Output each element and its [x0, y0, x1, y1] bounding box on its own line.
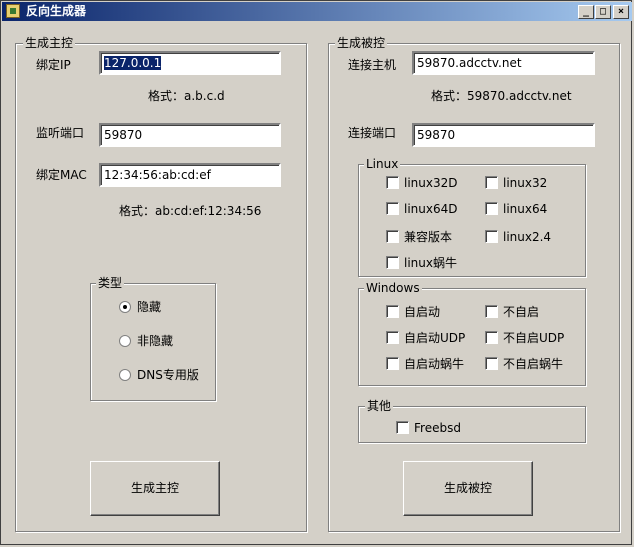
checkbox-icon [485, 202, 498, 215]
minimize-button[interactable]: _ [578, 5, 594, 19]
host-group-title: 生成主控 [23, 36, 76, 50]
bind-mac-label: 绑定MAC [36, 168, 87, 182]
checkbox-icon [485, 305, 498, 318]
client-group-title: 生成被控 [335, 36, 388, 50]
mac-format-hint: 格式：ab:cd:ef:12:34:56 [119, 204, 262, 218]
app-icon [6, 4, 20, 18]
listen-port-input[interactable]: 59870 [99, 123, 281, 147]
radio-not-hidden[interactable]: 非隐藏 [119, 334, 173, 348]
checkbox-linux64d[interactable]: linux64D [386, 202, 458, 216]
checkbox-icon [485, 331, 498, 344]
generate-client-button[interactable]: 生成被控 [403, 461, 533, 516]
checkbox-icon [396, 421, 409, 434]
app-window: 反向生成器 _ □ × 生成主控 绑定IP 127.0.0.1 格式：a.b.c… [0, 0, 632, 545]
checkbox-no-autostart[interactable]: 不自启 [485, 305, 539, 319]
checkbox-icon [386, 331, 399, 344]
checkbox-compatible[interactable]: 兼容版本 [386, 230, 452, 244]
other-group-title: 其他 [365, 399, 394, 413]
title-bar[interactable]: 反向生成器 _ □ × [2, 2, 632, 21]
bind-ip-input[interactable]: 127.0.0.1 [99, 51, 281, 75]
generate-host-button[interactable]: 生成主控 [90, 461, 220, 516]
radio-hidden[interactable]: 隐藏 [119, 300, 161, 314]
bind-mac-input[interactable]: 12:34:56:ab:cd:ef [99, 163, 281, 187]
checkbox-autostart-udp[interactable]: 自启动UDP [386, 331, 465, 345]
checkbox-linux32[interactable]: linux32 [485, 176, 547, 190]
checkbox-linux32d[interactable]: linux32D [386, 176, 458, 190]
checkbox-icon [386, 305, 399, 318]
radio-unchecked-icon [119, 369, 131, 381]
checkbox-autostart-snail[interactable]: 自启动蜗牛 [386, 357, 464, 371]
connect-port-label: 连接端口 [348, 126, 397, 140]
ip-format-hint: 格式：a.b.c.d [148, 89, 225, 103]
window-title: 反向生成器 [26, 4, 87, 18]
linux-group-title: Linux [364, 157, 401, 171]
listen-port-label: 监听端口 [36, 126, 85, 140]
checkbox-linux-snail[interactable]: linux蜗牛 [386, 256, 457, 270]
windows-group-title: Windows [364, 281, 422, 295]
checkbox-icon [485, 357, 498, 370]
connect-host-input[interactable]: 59870.adcctv.net [412, 51, 595, 75]
type-group-title: 类型 [96, 276, 125, 290]
checkbox-icon [485, 176, 498, 189]
checkbox-freebsd[interactable]: Freebsd [396, 421, 461, 435]
radio-dns-edition[interactable]: DNS专用版 [119, 368, 199, 382]
checkbox-no-autostart-udp[interactable]: 不自启UDP [485, 331, 564, 345]
connect-port-input[interactable]: 59870 [412, 123, 595, 147]
maximize-button[interactable]: □ [595, 5, 611, 19]
radio-checked-icon [119, 301, 131, 313]
bind-ip-label: 绑定IP [36, 58, 71, 72]
checkbox-no-autostart-snail[interactable]: 不自启蜗牛 [485, 357, 563, 371]
checkbox-icon [386, 176, 399, 189]
checkbox-linux64[interactable]: linux64 [485, 202, 547, 216]
host-format-hint: 格式：59870.adcctv.net [431, 89, 572, 103]
close-button[interactable]: × [613, 5, 629, 19]
checkbox-autostart[interactable]: 自启动 [386, 305, 440, 319]
checkbox-icon [485, 230, 498, 243]
connect-host-label: 连接主机 [348, 58, 397, 72]
checkbox-icon [386, 230, 399, 243]
checkbox-icon [386, 357, 399, 370]
checkbox-icon [386, 202, 399, 215]
checkbox-icon [386, 256, 399, 269]
checkbox-linux24[interactable]: linux2.4 [485, 230, 551, 244]
radio-unchecked-icon [119, 335, 131, 347]
